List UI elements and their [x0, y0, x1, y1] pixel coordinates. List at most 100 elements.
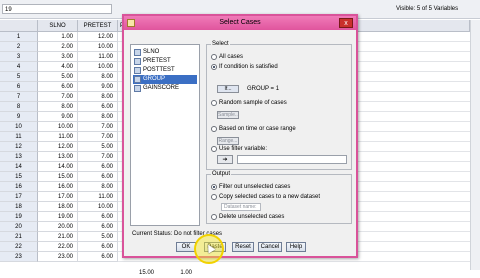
cell-slno[interactable]: 6.00 [38, 82, 78, 92]
column-header-slno[interactable]: SLNO [38, 20, 78, 32]
variable-item-pretest[interactable]: PRETEST [133, 57, 197, 66]
sample-button[interactable]: Sample... [217, 111, 239, 119]
row-number[interactable]: 20 [0, 222, 38, 232]
cell-slno[interactable]: 7.00 [38, 92, 78, 102]
row-number[interactable]: 18 [0, 202, 38, 212]
row-number[interactable]: 19 [0, 212, 38, 222]
cell-pretest[interactable]: 6.00 [78, 212, 118, 222]
variable-item-posttest[interactable]: POSTTEST [133, 66, 197, 75]
cell-pretest[interactable]: 5.00 [78, 142, 118, 152]
cell-slno[interactable]: 1.00 [38, 32, 78, 42]
cell-pretest[interactable]: 11.00 [78, 192, 118, 202]
cell-slno[interactable]: 4.00 [38, 62, 78, 72]
cancel-button[interactable]: Cancel [258, 242, 282, 252]
cell-slno[interactable]: 22.00 [38, 242, 78, 252]
cell-slno[interactable]: 15.00 [38, 172, 78, 182]
row-number[interactable]: 23 [0, 252, 38, 262]
cell-slno[interactable]: 2.00 [38, 42, 78, 52]
reset-button[interactable]: Reset [232, 242, 254, 252]
row-number[interactable]: 22 [0, 242, 38, 252]
dialog-title-bar[interactable]: Select Cases x [124, 16, 356, 30]
cell-pretest[interactable]: 6.00 [78, 222, 118, 232]
if-button[interactable]: If... [217, 85, 239, 93]
row-number[interactable]: 3 [0, 52, 38, 62]
vertical-scrollbar[interactable] [470, 20, 480, 270]
cell-pretest[interactable]: 8.00 [78, 112, 118, 122]
row-number[interactable]: 6 [0, 82, 38, 92]
row-number[interactable]: 2 [0, 42, 38, 52]
cell-pretest[interactable]: 9.00 [78, 82, 118, 92]
row-number[interactable]: 7 [0, 92, 38, 102]
close-icon[interactable]: x [339, 18, 353, 28]
cell-pretest[interactable]: 8.00 [78, 182, 118, 192]
row-number[interactable]: 4 [0, 62, 38, 72]
dataset-name-field[interactable]: Dataset name: [221, 203, 261, 211]
row-number[interactable]: 12 [0, 142, 38, 152]
column-header-pretest[interactable]: PRETEST [78, 20, 118, 32]
cell-pretest[interactable]: 10.00 [78, 202, 118, 212]
cell-pretest[interactable]: 6.00 [78, 242, 118, 252]
row-header-corner [0, 20, 38, 32]
cell-slno[interactable]: 18.00 [38, 202, 78, 212]
row-number[interactable]: 15 [0, 172, 38, 182]
row-number[interactable]: 8 [0, 102, 38, 112]
cell-slno[interactable]: 3.00 [38, 52, 78, 62]
row-number[interactable]: 17 [0, 192, 38, 202]
cell-slno[interactable]: 5.00 [38, 72, 78, 82]
cell-pretest[interactable]: 7.00 [78, 152, 118, 162]
cell-reference-field[interactable]: 19 [2, 4, 112, 14]
cell-slno[interactable]: 12.00 [38, 142, 78, 152]
cell-slno[interactable]: 21.00 [38, 232, 78, 242]
radio-copy-dataset[interactable]: Copy selected cases to a new dataset [211, 193, 320, 201]
cell-pretest[interactable]: 10.00 [78, 42, 118, 52]
radio-all-cases[interactable]: All cases [211, 53, 243, 61]
range-button[interactable]: Range... [217, 137, 239, 145]
radio-filter-variable[interactable]: Use filter variable: [211, 145, 267, 153]
row-number[interactable]: 9 [0, 112, 38, 122]
row-number[interactable]: 21 [0, 232, 38, 242]
cell-pretest[interactable]: 11.00 [78, 52, 118, 62]
cell-slno[interactable]: 11.00 [38, 132, 78, 142]
cell-pretest[interactable]: 10.00 [78, 62, 118, 72]
cell-pretest[interactable]: 12.00 [78, 32, 118, 42]
cell-slno[interactable]: 9.00 [38, 112, 78, 122]
cell-slno[interactable]: 10.00 [38, 122, 78, 132]
radio-filter-out[interactable]: Filter out unselected cases [211, 183, 290, 191]
cell-slno[interactable]: 17.00 [38, 192, 78, 202]
cell-pretest[interactable]: 6.00 [78, 252, 118, 262]
cell-slno[interactable]: 19.00 [38, 212, 78, 222]
cell-slno[interactable]: 13.00 [38, 152, 78, 162]
row-number[interactable]: 5 [0, 72, 38, 82]
filter-variable-field[interactable] [237, 155, 347, 164]
ok-button[interactable]: OK [176, 242, 196, 252]
cell-pretest[interactable]: 7.00 [78, 132, 118, 142]
radio-if-condition[interactable]: If condition is satisfied [211, 63, 278, 71]
cell-slno[interactable]: 14.00 [38, 162, 78, 172]
row-number[interactable]: 10 [0, 122, 38, 132]
cell-pretest[interactable]: 7.00 [78, 122, 118, 132]
row-number[interactable]: 16 [0, 182, 38, 192]
cell-pretest[interactable]: 6.00 [78, 162, 118, 172]
cell-pretest[interactable]: 8.00 [78, 72, 118, 82]
radio-range[interactable]: Based on time or case range [211, 125, 296, 133]
variable-item-gainscore[interactable]: GAINSCORE [133, 84, 197, 93]
variable-item-slno[interactable]: SLNO [133, 48, 197, 57]
cell-slno[interactable]: 23.00 [38, 252, 78, 262]
row-number[interactable]: 11 [0, 132, 38, 142]
variable-item-group[interactable]: GROUP [133, 75, 197, 84]
move-arrow-icon[interactable]: ➔ [217, 155, 233, 164]
variable-list[interactable]: SLNO PRETEST POSTTEST GROUP GAINSCORE [130, 44, 200, 226]
radio-random-sample[interactable]: Random sample of cases [211, 99, 287, 107]
row-number[interactable]: 13 [0, 152, 38, 162]
radio-delete-unselected[interactable]: Delete unselected cases [211, 213, 284, 221]
row-number[interactable]: 14 [0, 162, 38, 172]
cell-slno[interactable]: 16.00 [38, 182, 78, 192]
cell-pretest[interactable]: 6.00 [78, 102, 118, 112]
row-number[interactable]: 1 [0, 32, 38, 42]
cell-pretest[interactable]: 8.00 [78, 92, 118, 102]
cell-slno[interactable]: 8.00 [38, 102, 78, 112]
cell-pretest[interactable]: 6.00 [78, 172, 118, 182]
help-button[interactable]: Help [286, 242, 306, 252]
cell-pretest[interactable]: 5.00 [78, 232, 118, 242]
cell-slno[interactable]: 20.00 [38, 222, 78, 232]
